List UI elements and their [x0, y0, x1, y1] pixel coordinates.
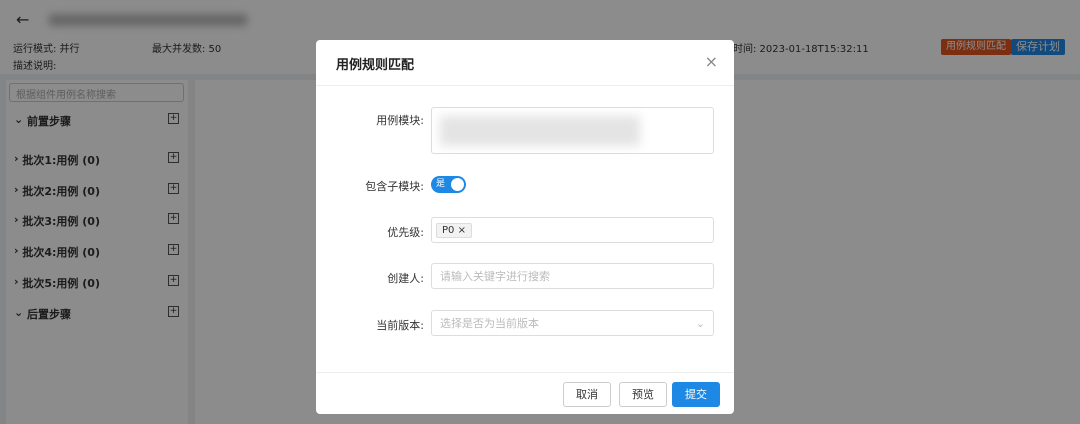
version-placeholder: 选择是否为当前版本 — [440, 317, 539, 330]
modal-title: 用例规则匹配 — [336, 58, 415, 73]
rule-match-modal: 用例规则匹配 × 用例模块: 包含子模块: 是 优先级: P0 × 创建人: 请… — [316, 40, 734, 414]
divider — [316, 85, 734, 86]
module-values-blurred — [440, 115, 640, 146]
include-sub-toggle[interactable]: 是 — [431, 176, 466, 193]
priority-label: 优先级: — [387, 226, 424, 239]
priority-tag[interactable]: P0 × — [436, 222, 472, 238]
submit-button[interactable]: 提交 — [672, 382, 720, 407]
creator-label: 创建人: — [387, 272, 424, 285]
include-sub-label: 包含子模块: — [365, 180, 424, 193]
divider — [316, 372, 734, 373]
priority-select[interactable]: P0 × — [431, 217, 714, 243]
module-label: 用例模块: — [376, 114, 424, 127]
cancel-button[interactable]: 取消 — [563, 382, 611, 407]
chevron-down-icon: ⌄ — [695, 316, 705, 330]
module-select[interactable] — [431, 107, 714, 154]
close-icon[interactable]: × — [705, 52, 718, 71]
version-label: 当前版本: — [376, 319, 424, 332]
version-select[interactable]: 选择是否为当前版本 ⌄ — [431, 310, 714, 336]
preview-button[interactable]: 预览 — [619, 382, 667, 407]
tag-close-icon[interactable]: × — [458, 225, 466, 236]
creator-input[interactable]: 请输入关键字进行搜索 — [431, 263, 714, 289]
